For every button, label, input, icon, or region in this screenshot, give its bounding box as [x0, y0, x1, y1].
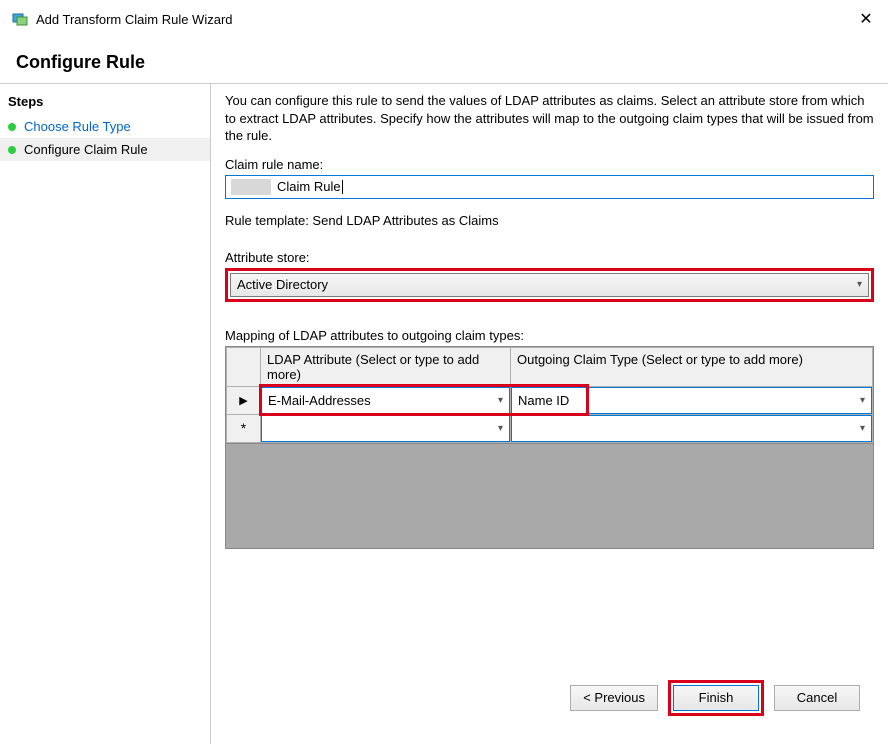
table-row: * ▾ ▾: [227, 414, 873, 442]
mapping-label: Mapping of LDAP attributes to outgoing c…: [225, 328, 874, 343]
mapping-table: LDAP Attribute (Select or type to add mo…: [226, 347, 873, 443]
rule-name-value: Claim Rule: [277, 179, 341, 194]
placeholder-icon: [231, 179, 271, 195]
mapping-table-container: LDAP Attribute (Select or type to add mo…: [225, 346, 874, 549]
page-title: Configure Rule: [0, 34, 888, 83]
row-marker: *: [227, 414, 261, 442]
window-title: Add Transform Claim Rule Wizard: [36, 12, 856, 27]
highlight-attribute-store: Active Directory ▾: [225, 268, 874, 302]
rule-name-input[interactable]: Claim Rule: [225, 175, 874, 199]
description-text: You can configure this rule to send the …: [225, 92, 874, 145]
rule-template-text: Rule template: Send LDAP Attributes as C…: [225, 213, 874, 228]
sidebar: Steps Choose Rule Type Configure Claim R…: [0, 84, 210, 744]
outgoing-claim-cell[interactable]: ▾: [511, 414, 873, 442]
titlebar: Add Transform Claim Rule Wizard ✕: [0, 0, 888, 34]
attribute-store-wrap: Active Directory ▾: [225, 268, 874, 302]
step-dot-icon: [8, 123, 16, 131]
sidebar-item-choose-rule-type[interactable]: Choose Rule Type: [0, 115, 210, 138]
content-area: Steps Choose Rule Type Configure Claim R…: [0, 83, 888, 744]
ldap-attribute-header: LDAP Attribute (Select or type to add mo…: [261, 347, 511, 386]
outgoing-claim-cell[interactable]: Name ID ▾: [511, 386, 873, 414]
previous-button[interactable]: < Previous: [570, 685, 658, 711]
row-marker-header: [227, 347, 261, 386]
table-empty-area: [226, 443, 873, 548]
row-marker: ▶: [227, 386, 261, 414]
attribute-store-dropdown[interactable]: Active Directory ▾: [230, 273, 869, 297]
chevron-down-icon: ▾: [860, 395, 865, 406]
attribute-store-value: Active Directory: [237, 277, 328, 292]
cancel-button[interactable]: Cancel: [774, 685, 860, 711]
attribute-store-label: Attribute store:: [225, 250, 874, 265]
highlight-finish: Finish: [668, 680, 764, 716]
text-cursor-icon: [342, 180, 343, 194]
ldap-attribute-cell[interactable]: ▾: [261, 414, 511, 442]
close-icon[interactable]: ✕: [856, 9, 876, 29]
sidebar-header: Steps: [0, 90, 210, 115]
finish-button-label: Finish: [699, 690, 734, 705]
rule-name-label: Claim rule name:: [225, 157, 874, 172]
app-icon: [12, 11, 28, 27]
sidebar-item-label: Choose Rule Type: [24, 119, 131, 134]
cancel-button-label: Cancel: [797, 690, 837, 705]
step-dot-icon: [8, 146, 16, 154]
chevron-down-icon: ▾: [498, 395, 503, 406]
ldap-attribute-cell[interactable]: E-Mail-Addresses ▾: [261, 386, 511, 414]
finish-button[interactable]: Finish: [673, 685, 759, 711]
outgoing-claim-value: Name ID: [518, 393, 569, 408]
sidebar-item-configure-claim-rule[interactable]: Configure Claim Rule: [0, 138, 210, 161]
chevron-down-icon: ▾: [857, 279, 862, 290]
chevron-down-icon: ▾: [498, 423, 503, 434]
previous-button-label: < Previous: [583, 690, 645, 705]
outgoing-claim-header: Outgoing Claim Type (Select or type to a…: [511, 347, 873, 386]
sidebar-item-label: Configure Claim Rule: [24, 142, 148, 157]
button-bar: < Previous Finish Cancel: [225, 664, 874, 730]
chevron-down-icon: ▾: [860, 423, 865, 434]
table-row: ▶ E-Mail-Addresses ▾ Name ID ▾: [227, 386, 873, 414]
main-panel: You can configure this rule to send the …: [210, 84, 888, 744]
ldap-attribute-value: E-Mail-Addresses: [268, 393, 371, 408]
